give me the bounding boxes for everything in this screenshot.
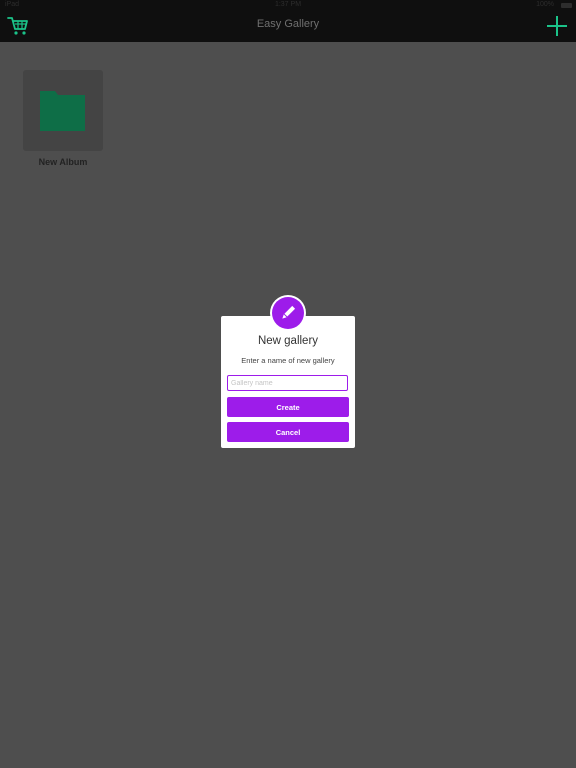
add-gallery-button[interactable] [546,15,568,37]
status-time: 1:37 PM [274,1,302,8]
album-tile[interactable] [23,70,103,151]
gallery-name-input[interactable] [227,375,348,391]
dialog-message: Enter a name of new gallery [241,356,335,365]
screen: iPad 1:37 PM 100% Easy Gallery New Album… [0,0,576,768]
cancel-button[interactable]: Cancel [227,422,349,442]
dialog-badge [270,295,306,331]
pencil-icon [282,305,296,319]
battery-icon [561,3,572,8]
album-name: New Album [38,157,88,167]
page-title: Easy Gallery [256,18,320,30]
plus-icon [547,16,567,36]
create-button[interactable]: Create [227,397,349,417]
folder-icon [40,91,85,131]
new-gallery-dialog: New gallery Enter a name of new gallery … [221,316,355,448]
nav-bar: Easy Gallery [0,10,576,42]
dialog-title: New gallery [257,335,319,347]
status-bar: iPad 1:37 PM 100% [0,0,576,10]
battery-percent: 100% [536,1,554,8]
